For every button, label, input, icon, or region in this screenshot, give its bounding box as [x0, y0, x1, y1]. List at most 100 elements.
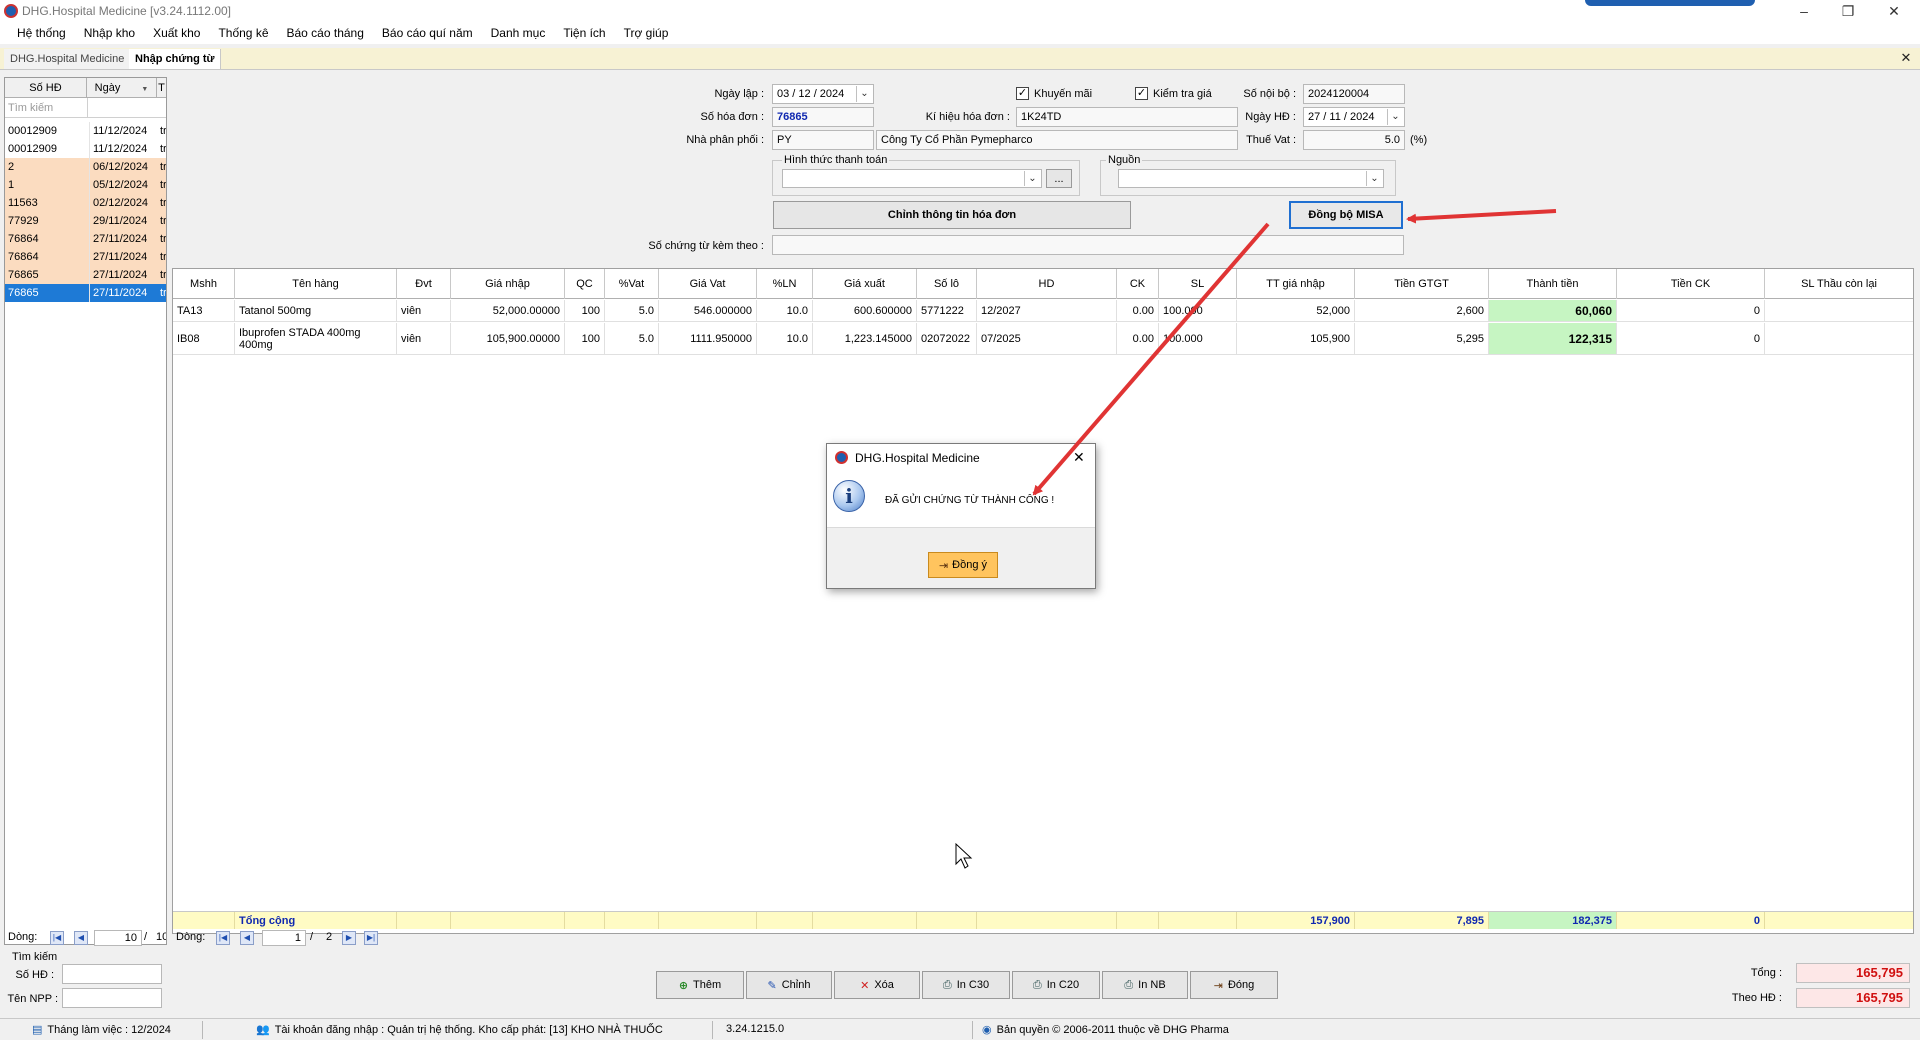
cell-ln[interactable]: 10.0	[757, 300, 813, 321]
list-item[interactable]: 76864 27/11/2024 tr	[5, 230, 166, 248]
col-qc[interactable]: QC	[565, 269, 605, 299]
nha-phan-phoi-code-input[interactable]: PY	[772, 130, 874, 150]
so-noi-bo-input[interactable]: 2024120004	[1303, 84, 1405, 104]
cell-ck[interactable]: 0.00	[1117, 300, 1159, 321]
ki-hieu-input[interactable]: 1K24TD	[1016, 107, 1238, 127]
tab-nhap-chung-tu[interactable]: Nhập chứng từ	[129, 49, 222, 69]
in-c20-button[interactable]: ⎙ In C20	[1012, 971, 1100, 999]
cell-gia-nhap[interactable]: 105,900.00000	[451, 323, 565, 354]
col-ten-hang[interactable]: Tên hàng	[235, 269, 397, 299]
list-nav-current[interactable]: 10	[94, 930, 142, 946]
prev-record-icon[interactable]: ◀	[74, 931, 88, 945]
cell-tien-gtgt[interactable]: 5,295	[1355, 323, 1489, 354]
cell-tien-ck[interactable]: 0	[1617, 300, 1765, 321]
col-so-hd[interactable]: Số HĐ	[5, 78, 87, 98]
menu-he-thong[interactable]: Hệ thống	[8, 22, 75, 44]
cell-mshh[interactable]: TA13	[173, 300, 235, 321]
cell-tien-gtgt[interactable]: 2,600	[1355, 300, 1489, 321]
col-hd[interactable]: HD	[977, 269, 1117, 299]
col-thanh-tien[interactable]: Thành tiền	[1489, 269, 1617, 299]
cell-ck[interactable]: 0.00	[1117, 323, 1159, 354]
menu-tro-giup[interactable]: Trợ giúp	[615, 22, 678, 44]
next-record-icon[interactable]: ▶	[342, 931, 356, 945]
dong-bo-misa-button[interactable]: Đồng bộ MISA	[1289, 201, 1403, 229]
col-dvt[interactable]: Đvt	[397, 269, 451, 299]
cell-so-lo[interactable]: 02072022	[917, 323, 977, 354]
nha-phan-phoi-name-input[interactable]: Công Ty Cổ Phần Pymepharco	[876, 130, 1238, 150]
cell-qc[interactable]: 100	[565, 323, 605, 354]
col-tien-ck[interactable]: Tiền CK	[1617, 269, 1765, 299]
menu-tien-ich[interactable]: Tiện ích	[554, 22, 614, 44]
menu-bao-cao-qui-nam[interactable]: Báo cáo quí năm	[373, 22, 482, 44]
kiem-tra-gia-checkbox[interactable]: ✓	[1135, 87, 1148, 100]
chinh-thong-tin-button[interactable]: Chỉnh thông tin hóa đơn	[773, 201, 1131, 229]
list-item-selected[interactable]: 76865 27/11/2024 tr	[5, 284, 166, 302]
menu-thong-ke[interactable]: Thống kê	[209, 22, 277, 44]
cell-ten-hang[interactable]: Ibuprofen STADA 400mg 400mg	[235, 323, 397, 354]
calendar-dropdown-icon[interactable]: ⌄	[856, 86, 872, 102]
col-sl-thau[interactable]: SL Thầu còn lại	[1765, 269, 1913, 299]
chevron-down-icon[interactable]: ⌄	[1366, 171, 1382, 186]
cell-gia-vat[interactable]: 1111.950000	[659, 323, 757, 354]
cell-ten-hang[interactable]: Tatanol 500mg	[235, 300, 397, 321]
dong-y-button[interactable]: ⇥ Đồng ý	[928, 552, 998, 578]
cell-gia-vat[interactable]: 546.000000	[659, 300, 757, 321]
col-ck[interactable]: CK	[1117, 269, 1159, 299]
table-row[interactable]: IB08 Ibuprofen STADA 400mg 400mg viên 10…	[173, 323, 1913, 355]
col-ngay[interactable]: Ngày ▼	[87, 78, 157, 98]
grid-nav-current[interactable]: 1	[262, 930, 306, 946]
menu-danh-muc[interactable]: Danh mục	[482, 22, 555, 44]
list-search-row[interactable]: Tìm kiếm	[5, 98, 166, 118]
menu-nhap-kho[interactable]: Nhập kho	[75, 22, 144, 44]
cell-qc[interactable]: 100	[565, 300, 605, 321]
cell-sl-thau[interactable]	[1765, 323, 1913, 354]
cell-hd[interactable]: 07/2025	[977, 323, 1117, 354]
prev-record-icon[interactable]: ◀	[240, 931, 254, 945]
cell-so-lo[interactable]: 5771222	[917, 300, 977, 321]
search-so-hd-input[interactable]	[62, 964, 162, 984]
list-item[interactable]: 11563 02/12/2024 tr	[5, 194, 166, 212]
cell-dvt[interactable]: viên	[397, 323, 451, 354]
first-record-icon[interactable]: |◀	[216, 931, 230, 945]
in-c30-button[interactable]: ⎙ In C30	[922, 971, 1010, 999]
cell-tt-gia-nhap[interactable]: 105,900	[1237, 323, 1355, 354]
col-gia-nhap[interactable]: Giá nhập	[451, 269, 565, 299]
col-vat[interactable]: %Vat	[605, 269, 659, 299]
cell-vat[interactable]: 5.0	[605, 300, 659, 321]
cell-sl[interactable]: 100.000	[1159, 300, 1237, 321]
col-sl[interactable]: SL	[1159, 269, 1237, 299]
minimize-button[interactable]: –	[1792, 2, 1816, 20]
list-item[interactable]: 76865 27/11/2024 tr	[5, 266, 166, 284]
cell-thanh-tien[interactable]: 122,315	[1489, 323, 1617, 354]
first-record-icon[interactable]: |◀	[50, 931, 64, 945]
cell-thanh-tien[interactable]: 60,060	[1489, 300, 1617, 321]
cell-sl-thau[interactable]	[1765, 300, 1913, 321]
col-t[interactable]: T	[157, 78, 166, 98]
cell-vat[interactable]: 5.0	[605, 323, 659, 354]
cell-gia-xuat[interactable]: 600.600000	[813, 300, 917, 321]
tab-home[interactable]: DHG.Hospital Medicine	[4, 49, 132, 69]
calendar-dropdown-icon[interactable]: ⌄	[1387, 109, 1403, 125]
menu-bao-cao-thang[interactable]: Báo cáo tháng	[278, 22, 373, 44]
list-item[interactable]: 2 06/12/2024 tr	[5, 158, 166, 176]
khuyen-mai-checkbox[interactable]: ✓	[1016, 87, 1029, 100]
col-tien-gtgt[interactable]: Tiền GTGT	[1355, 269, 1489, 299]
cell-tt-gia-nhap[interactable]: 52,000	[1237, 300, 1355, 321]
list-item[interactable]: 1 05/12/2024 tr	[5, 176, 166, 194]
cell-gia-nhap[interactable]: 52,000.00000	[451, 300, 565, 321]
list-item[interactable]: 00012909 11/12/2024 tr	[5, 122, 166, 140]
dong-button[interactable]: ⇥ Đóng	[1190, 971, 1278, 999]
table-row[interactable]: TA13 Tatanol 500mg viên 52,000.00000 100…	[173, 300, 1913, 322]
browse-button[interactable]: ...	[1046, 169, 1072, 188]
hinh-thuc-select[interactable]	[782, 169, 1042, 188]
them-button[interactable]: ⊕ Thêm	[656, 971, 744, 999]
so-chung-tu-input[interactable]	[772, 235, 1404, 255]
col-mshh[interactable]: Mshh	[173, 269, 235, 299]
close-tab-icon[interactable]: ✕	[1898, 50, 1914, 66]
cell-tien-ck[interactable]: 0	[1617, 323, 1765, 354]
xoa-button[interactable]: ✕ Xóa	[834, 971, 920, 999]
list-item[interactable]: 00012909 11/12/2024 tr	[5, 140, 166, 158]
col-gia-vat[interactable]: Giá Vat	[659, 269, 757, 299]
cell-ln[interactable]: 10.0	[757, 323, 813, 354]
thue-vat-input[interactable]: 5.0	[1303, 130, 1405, 150]
